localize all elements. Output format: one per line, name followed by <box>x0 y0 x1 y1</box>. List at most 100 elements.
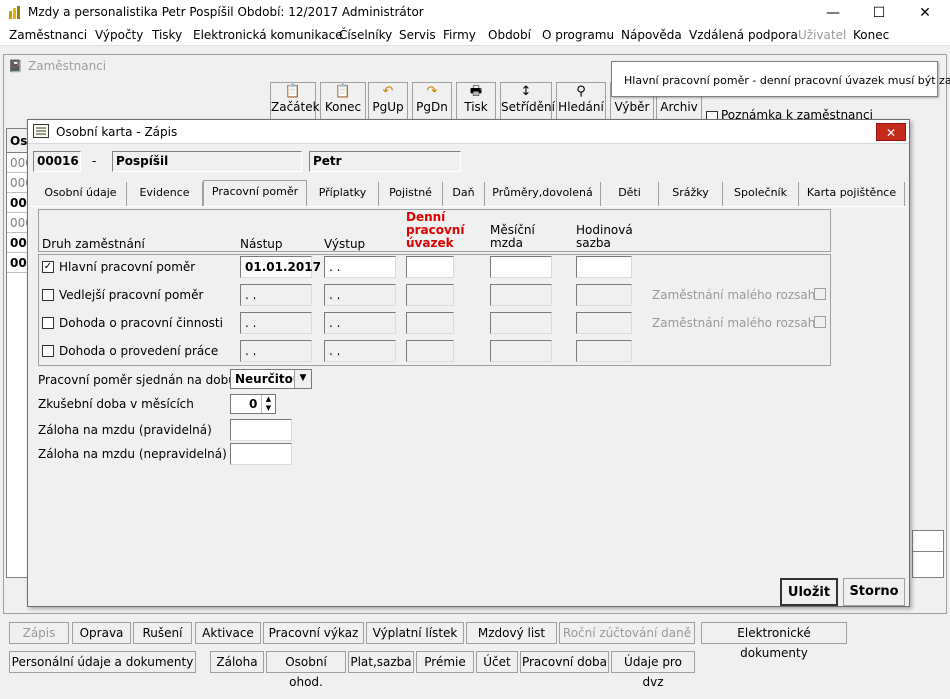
tab-dan[interactable]: Daň <box>443 182 485 206</box>
vyplatni-listek-button[interactable]: Výplatní lístek <box>366 622 464 644</box>
tab-srazky[interactable]: Srážky <box>659 182 723 206</box>
toolbar-konec-button[interactable]: 📋 Konec <box>320 82 366 120</box>
save-button[interactable]: Uložit <box>780 578 838 606</box>
toolbar-pgdn-button[interactable]: ↷ PgDn <box>412 82 452 120</box>
toolbar-zacatek-button[interactable]: 📋 Začátek <box>270 82 320 120</box>
row-dpc-checkbox[interactable] <box>42 317 54 329</box>
row-dpc-small-scope-checkbox[interactable] <box>814 316 826 328</box>
row-dpp-start-input[interactable]: . . <box>240 340 312 362</box>
row-dpc-monthly-input[interactable] <box>490 312 552 334</box>
osobni-ohod-button[interactable]: Osobní ohod. <box>266 651 346 689</box>
menu-elektronicka-komunikace[interactable]: Elektronická komunikace <box>193 28 343 42</box>
row-dpp-hourly-input[interactable] <box>576 340 632 362</box>
chevron-down-icon[interactable]: ▼ <box>294 370 311 388</box>
rocni-zuctovani-button[interactable]: Roční zúčtování daně <box>559 622 695 644</box>
tab-pracovni-pomer[interactable]: Pracovní poměr <box>203 180 307 206</box>
ruseni-button[interactable]: Rušení <box>133 622 192 644</box>
row-dpp-end-input[interactable]: . . <box>324 340 396 362</box>
menu-o-programu[interactable]: O programu <box>542 28 614 42</box>
minimize-button[interactable]: — <box>810 0 856 26</box>
row-main-hourly-input[interactable] <box>576 256 632 278</box>
probation-value: 0 <box>249 397 258 411</box>
toolbar-setrideni-button[interactable]: ↕ Setřídění <box>500 82 555 120</box>
row-main-end-input[interactable]: . . <box>324 256 396 278</box>
close-window-button[interactable]: ✕ <box>902 0 948 26</box>
surname-field: Pospíšil <box>112 151 302 172</box>
tab-karta-pojistence[interactable]: Karta pojištěnce <box>799 182 905 206</box>
row-dpp-daily-input[interactable] <box>406 340 454 362</box>
row-main-monthly-input[interactable] <box>490 256 552 278</box>
row-main-label: Hlavní pracovní poměr <box>59 260 196 274</box>
tab-priplatky[interactable]: Příplatky <box>307 182 379 206</box>
ucet-button[interactable]: Účet <box>476 651 518 673</box>
employee-number-field: 00016 <box>33 151 81 172</box>
row-main-checkbox[interactable]: ✓ <box>42 261 54 273</box>
row-main-start-input[interactable]: 01.01.2017 <box>240 256 321 278</box>
row-main-daily-input[interactable] <box>406 256 454 278</box>
spin-down-icon[interactable]: ▼ <box>261 404 275 413</box>
row-dpc-end-input[interactable]: . . <box>324 312 396 334</box>
tab-deti[interactable]: Děti <box>601 182 659 206</box>
menu-konec[interactable]: Konec <box>853 28 889 42</box>
menu-tisky[interactable]: Tisky <box>152 28 182 42</box>
window-title: Mzdy a personalistika Petr Pospíšil Obdo… <box>28 5 424 19</box>
menu-obdobi[interactable]: Období <box>488 28 531 42</box>
menu-servis[interactable]: Servis <box>399 28 436 42</box>
probation-stepper[interactable]: 0 ▲ ▼ <box>230 394 276 414</box>
menu-uzivatel[interactable]: Uživatel <box>798 28 846 42</box>
row-dpc-hourly-input[interactable] <box>576 312 632 334</box>
menu-vzdalena-podpora[interactable]: Vzdálená podpora <box>689 28 798 42</box>
mzdovy-list-button[interactable]: Mzdový list <box>466 622 557 644</box>
zapis-button[interactable]: Zápis <box>9 622 69 644</box>
zaloha-button[interactable]: Záloha <box>210 651 264 673</box>
term-select[interactable]: Neurčitou ▼ <box>230 369 312 389</box>
oprava-button[interactable]: Oprava <box>72 622 131 644</box>
menu-zamestnanci[interactable]: Zaměstnanci <box>9 28 87 42</box>
tab-strip: Osobní údaje Evidence Pracovní poměr Pří… <box>31 180 907 206</box>
tab-osobni-udaje[interactable]: Osobní údaje <box>35 182 127 206</box>
row-dpc-start-input[interactable]: . . <box>240 312 312 334</box>
tab-prumery-dovolena[interactable]: Průměry,dovolená <box>485 182 601 206</box>
menu-firmy[interactable]: Firmy <box>443 28 476 42</box>
row-secondary-monthly-input[interactable] <box>490 284 552 306</box>
elektronicke-dokumenty-button[interactable]: Elektronické dokumenty <box>701 622 847 660</box>
advance-regular-input[interactable] <box>230 419 292 441</box>
row-secondary-small-scope-checkbox[interactable] <box>814 288 826 300</box>
advance-irregular-input[interactable] <box>230 443 292 465</box>
row-secondary-checkbox[interactable] <box>42 289 54 301</box>
menu-vypocty[interactable]: Výpočty <box>95 28 143 42</box>
row-secondary-daily-input[interactable] <box>406 284 454 306</box>
udaje-pro-dvz-button[interactable]: Údaje pro dvz <box>611 651 695 689</box>
pracovni-vykaz-button[interactable]: Pracovní výkaz <box>263 622 364 644</box>
row-dpp-monthly-input[interactable] <box>490 340 552 362</box>
row-dpp-checkbox[interactable] <box>42 345 54 357</box>
row-secondary-start-input[interactable]: . . <box>240 284 312 306</box>
tooltip-text: Hlavní pracovní poměr - denní pracovní ú… <box>624 74 950 87</box>
personalni-udaje-button[interactable]: Personální údaje a dokumenty <box>9 651 196 673</box>
row-dpc-daily-input[interactable] <box>406 312 454 334</box>
row-secondary-end-input[interactable]: . . <box>324 284 396 306</box>
menu-ciselniky[interactable]: Číselníky <box>339 28 392 42</box>
pracovni-doba-button[interactable]: Pracovní doba <box>520 651 609 673</box>
header-denni-1: Denní <box>406 210 446 224</box>
menu-napoveda[interactable]: Nápověda <box>621 28 682 42</box>
tab-evidence[interactable]: Evidence <box>127 182 203 206</box>
plat-sazba-button[interactable]: Plat,sazba <box>348 651 414 673</box>
spin-up-icon[interactable]: ▲ <box>261 395 275 404</box>
tab-pojistne[interactable]: Pojistné <box>379 182 443 206</box>
tab-spolecnik[interactable]: Společník <box>723 182 799 206</box>
toolbar-hledani-button[interactable]: ⚲ Hledání <box>556 82 606 120</box>
first-record-icon: 📋 <box>284 84 302 99</box>
row-dpc-label: Dohoda o pracovní činnosti <box>59 316 223 330</box>
row-secondary-hourly-input[interactable] <box>576 284 632 306</box>
maximize-button[interactable]: ☐ <box>856 0 902 26</box>
dialog-close-button[interactable]: ✕ <box>876 123 906 141</box>
cancel-button[interactable]: Storno <box>843 578 905 606</box>
premie-button[interactable]: Prémie <box>416 651 474 673</box>
binoculars-icon: ⚲ <box>576 84 586 99</box>
aktivace-button[interactable]: Aktivace <box>195 622 261 644</box>
window-titlebar: Mzdy a personalistika Petr Pospíšil Obdo… <box>0 0 950 26</box>
header-denni-2: pracovní <box>406 223 465 237</box>
toolbar-tisk-button[interactable]: 🖶 Tisk <box>456 82 496 120</box>
toolbar-pgup-button[interactable]: ↶ PgUp <box>368 82 408 120</box>
